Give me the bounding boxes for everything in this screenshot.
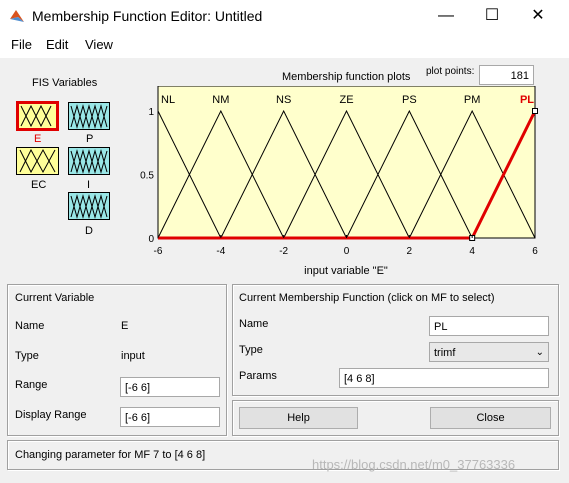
plot-title: Membership function plots [282, 71, 411, 83]
menu-bar: File Edit View [0, 32, 569, 56]
current-variable-heading: Current Variable [15, 292, 95, 304]
plot-points-label: plot points: [426, 66, 475, 77]
mf-name-input[interactable]: PL [429, 316, 549, 336]
display-range-label: Display Range [15, 409, 87, 421]
variable-type-label: Type [15, 350, 39, 362]
fis-var-e[interactable] [16, 101, 59, 131]
status-text: Changing parameter for MF 7 to [4 6 8] [15, 449, 206, 461]
editor-body: FIS Variables E P EC I D Membership func… [0, 58, 569, 483]
mf-vertex-handle[interactable] [532, 108, 538, 114]
y-tick-label: 0.5 [140, 171, 154, 182]
fis-var-ec[interactable] [16, 147, 59, 175]
output-mf-icon [70, 104, 108, 129]
fis-var-i-label: I [87, 179, 91, 191]
mf-label-nl: NL [161, 94, 175, 106]
title-bar: Membership Function Editor: Untitled — ☐… [0, 0, 569, 32]
variable-name-value: E [121, 320, 129, 332]
y-tick-label: 0 [148, 234, 154, 245]
menu-file[interactable]: File [11, 37, 32, 52]
y-tick-label: 1 [148, 107, 154, 118]
membership-function-plot[interactable]: NL NM NS ZE PS PM PL -6 -4 -2 0 2 4 6 0 0.5 1 input va… [140, 86, 550, 282]
matlab-icon [10, 10, 24, 22]
params-label: Params [239, 370, 277, 382]
range-label: Range [15, 379, 48, 391]
chevron-down-icon: ⌄ [535, 347, 544, 358]
input-mf-icon [19, 148, 56, 174]
x-tick-label: -4 [216, 246, 225, 257]
mf-label-ze: ZE [339, 94, 353, 106]
close-button[interactable]: Close [430, 407, 551, 429]
watermark: https://blog.csdn.net/m0_37763336 [312, 457, 516, 472]
menu-edit[interactable]: Edit [46, 37, 68, 52]
minimize-button[interactable]: — [423, 0, 469, 32]
x-tick-label: -2 [279, 246, 288, 257]
x-axis-label: input variable "E" [304, 265, 388, 277]
variable-name-label: Name [15, 320, 45, 332]
current-mf-heading: Current Membership Function (click on MF… [239, 292, 495, 304]
input-mf-icon [20, 104, 52, 128]
fis-var-p-label: P [86, 133, 94, 145]
plot-points-input[interactable]: 181 [479, 65, 534, 85]
fis-var-d-label: D [85, 225, 93, 237]
fis-var-ec-label: EC [31, 179, 47, 191]
display-range-input[interactable]: [-6 6] [120, 407, 220, 427]
close-window-button[interactable]: ✕ [515, 0, 561, 32]
mf-label-ps: PS [402, 94, 417, 106]
fis-var-e-label: E [34, 133, 42, 145]
x-tick-label: 0 [344, 246, 350, 257]
range-input[interactable]: [-6 6] [120, 377, 220, 397]
plot-area[interactable] [157, 86, 536, 239]
buttons-panel: Help Close [232, 400, 559, 436]
fis-variables-heading: FIS Variables [32, 77, 98, 89]
current-mf-panel: Current Membership Function (click on MF… [232, 284, 559, 396]
mf-type-value: trimf [434, 347, 456, 359]
fis-var-i[interactable] [68, 147, 110, 175]
variable-type-value: input [121, 350, 145, 362]
mf-name-label: Name [239, 318, 269, 330]
window-title: Membership Function Editor: Untitled [32, 8, 263, 24]
fis-var-d[interactable] [68, 192, 110, 220]
mf-label-ns: NS [276, 94, 291, 106]
mf-label-nm: NM [212, 94, 229, 106]
mf-type-select[interactable]: trimf ⌄ [429, 342, 549, 362]
mf-label-pm: PM [464, 94, 481, 106]
help-button[interactable]: Help [239, 407, 358, 429]
x-tick-label: 4 [469, 246, 475, 257]
params-input[interactable]: [4 6 8] [339, 368, 549, 388]
x-tick-label: 2 [407, 246, 413, 257]
mf-label-pl: PL [520, 94, 534, 106]
output-mf-icon [70, 149, 108, 174]
output-mf-icon [70, 194, 108, 219]
x-tick-label: -6 [154, 246, 163, 257]
maximize-button[interactable]: ☐ [469, 0, 515, 32]
mf-type-label: Type [239, 344, 263, 356]
menu-view[interactable]: View [85, 37, 113, 52]
current-variable-panel: Current Variable Name E Type input Range… [7, 284, 227, 436]
fis-var-p[interactable] [68, 102, 110, 130]
x-tick-label: 6 [532, 246, 538, 257]
